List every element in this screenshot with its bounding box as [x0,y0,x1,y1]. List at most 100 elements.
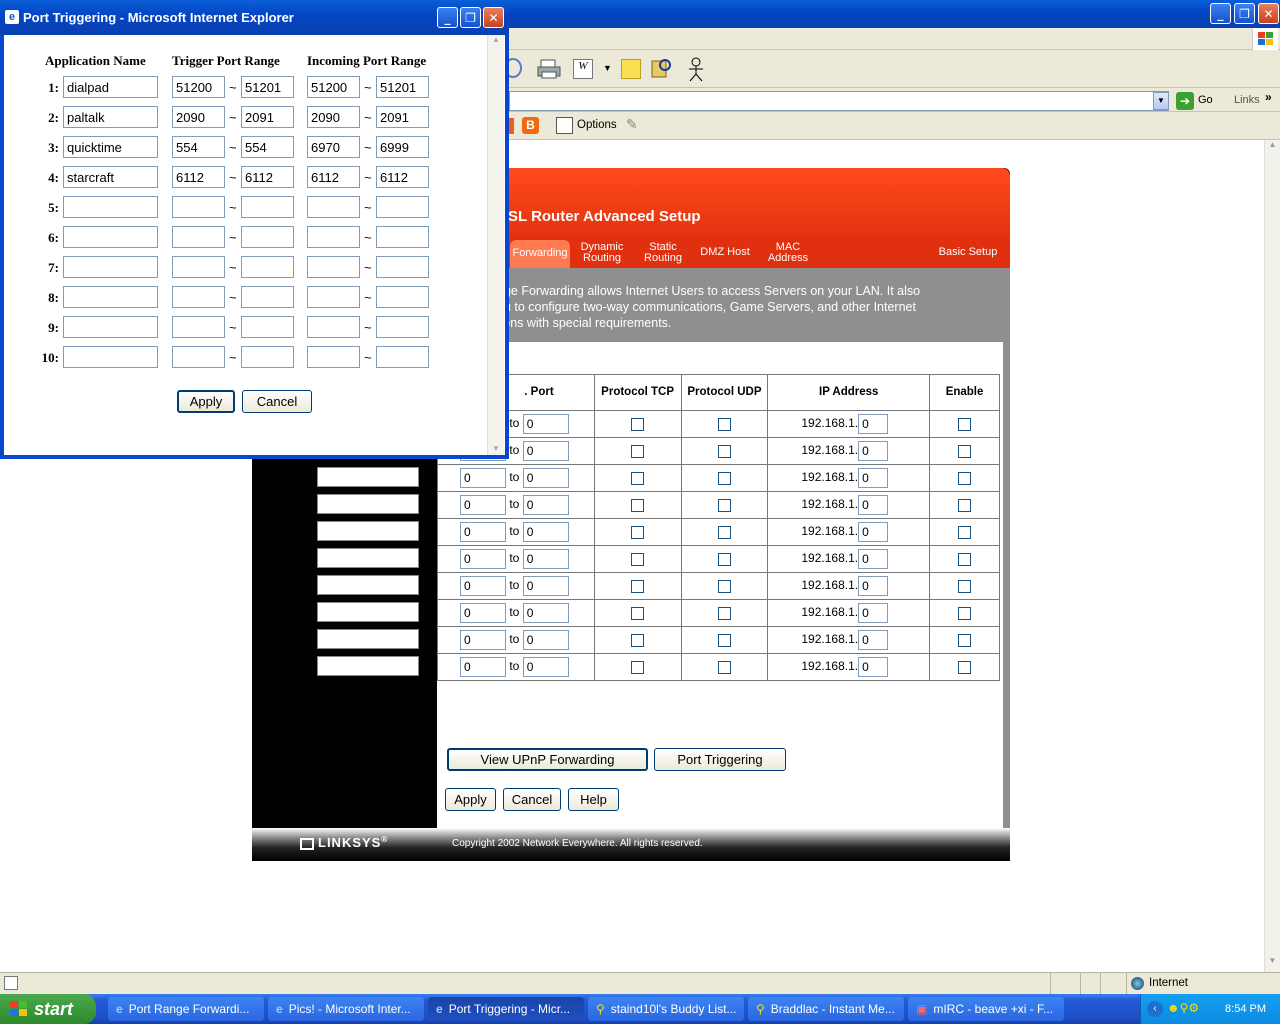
tab-forwarding[interactable]: Forwarding [512,248,568,259]
incoming-start-input[interactable]: 6112 [307,166,360,188]
tab-dmz-host[interactable]: DMZ Host [698,247,752,258]
enable-checkbox[interactable] [958,418,972,432]
port-to-input[interactable]: 0 [522,630,569,650]
trigger-start-input[interactable] [172,286,225,308]
main-scrollbar[interactable]: ▲ ▼ [1264,140,1280,972]
port-to-input[interactable]: 0 [522,414,569,434]
udp-checkbox[interactable] [717,634,731,648]
tray-app-icons[interactable]: ☻⚲⚙ [1167,1001,1199,1015]
trigger-end-input[interactable] [241,256,294,278]
trigger-start-input[interactable]: 6112 [172,166,225,188]
taskbar-item[interactable]: ⚲ Braddlac - Instant Me... [748,997,904,1021]
popup-close-button[interactable]: ✕ [483,7,504,28]
sidebar-app-input[interactable] [317,629,419,649]
incoming-end-input[interactable] [376,226,429,248]
port-triggering-button[interactable]: Port Triggering [654,748,786,771]
taskbar-item[interactable]: e Port Range Forwardi... [108,997,264,1021]
sidebar-app-input[interactable] [317,494,419,514]
enable-checkbox[interactable] [958,634,972,648]
ip-last-octet-input[interactable]: 0 [858,468,889,488]
trigger-start-input[interactable] [172,196,225,218]
note-icon[interactable] [621,59,641,79]
research-icon[interactable] [650,57,672,79]
trigger-start-input[interactable]: 2090 [172,106,225,128]
port-from-input[interactable]: 0 [460,630,506,650]
application-name-input[interactable] [63,196,158,218]
start-button[interactable]: start [0,994,96,1024]
router-help-button[interactable]: Help [568,788,619,811]
ip-last-octet-input[interactable]: 0 [858,549,889,569]
enable-checkbox[interactable] [958,499,972,513]
tcp-checkbox[interactable] [631,526,645,540]
popup-cancel-button[interactable]: Cancel [242,390,312,413]
messenger-icon[interactable] [684,56,708,82]
popup-apply-button[interactable]: Apply [177,390,235,413]
sidebar-app-input[interactable] [317,656,419,676]
ip-last-octet-input[interactable]: 0 [858,603,889,623]
trigger-end-input[interactable]: 51201 [241,76,294,98]
print-icon[interactable] [537,58,561,80]
go-button[interactable]: Go [1198,94,1213,106]
sidebar-app-input[interactable] [317,575,419,595]
application-name-input[interactable] [63,256,158,278]
port-to-input[interactable]: 0 [522,576,569,596]
incoming-start-input[interactable] [307,316,360,338]
port-to-input[interactable]: 0 [522,657,569,677]
minimize-button[interactable]: _ [1210,3,1231,24]
options-icon[interactable] [556,117,573,134]
incoming-start-input[interactable]: 6970 [307,136,360,158]
trigger-start-input[interactable] [172,316,225,338]
router-apply-button[interactable]: Apply [445,788,496,811]
incoming-start-input[interactable]: 2090 [307,106,360,128]
incoming-end-input[interactable] [376,286,429,308]
trigger-end-input[interactable] [241,316,294,338]
trigger-start-input[interactable]: 51200 [172,76,225,98]
taskbar-item[interactable]: e Pics! - Microsoft Inter... [268,997,424,1021]
chevron-down-icon[interactable]: ▼ [603,63,612,73]
udp-checkbox[interactable] [717,418,731,432]
ip-last-octet-input[interactable]: 0 [858,522,889,542]
tab-dynamic-routing[interactable]: Dynamic Routing [578,242,626,264]
trigger-end-input[interactable]: 2091 [241,106,294,128]
tcp-checkbox[interactable] [631,580,645,594]
tab-static-routing[interactable]: Static Routing [640,242,686,264]
taskbar-item[interactable]: ⚲ staind10l's Buddy List... [588,997,744,1021]
router-cancel-button[interactable]: Cancel [503,788,561,811]
tcp-checkbox[interactable] [631,634,645,648]
tcp-checkbox[interactable] [631,553,645,567]
udp-checkbox[interactable] [717,553,731,567]
enable-checkbox[interactable] [958,661,972,675]
port-from-input[interactable]: 0 [460,468,506,488]
trigger-end-input[interactable]: 554 [241,136,294,158]
port-from-input[interactable]: 0 [460,603,506,623]
trigger-end-input[interactable]: 6112 [241,166,294,188]
udp-checkbox[interactable] [717,445,731,459]
incoming-start-input[interactable] [307,256,360,278]
application-name-input[interactable]: quicktime [63,136,158,158]
udp-checkbox[interactable] [717,580,731,594]
application-name-input[interactable]: paltalk [63,106,158,128]
incoming-start-input[interactable] [307,196,360,218]
ip-last-octet-input[interactable]: 0 [858,576,889,596]
application-name-input[interactable] [63,346,158,368]
port-to-input[interactable]: 0 [522,549,569,569]
application-name-input[interactable] [63,286,158,308]
sidebar-app-input[interactable] [317,548,419,568]
options-button[interactable]: Options [577,119,617,131]
incoming-end-input[interactable] [376,346,429,368]
sidebar-app-input[interactable] [317,467,419,487]
links-chevron-icon[interactable]: » [1265,90,1272,104]
ip-last-octet-input[interactable]: 0 [858,495,889,515]
sidebar-app-input[interactable] [317,602,419,622]
maximize-button[interactable]: ❐ [1234,3,1255,24]
popup-minimize-button[interactable]: _ [437,7,458,28]
application-name-input[interactable] [63,226,158,248]
enable-checkbox[interactable] [958,526,972,540]
enable-checkbox[interactable] [958,445,972,459]
application-name-input[interactable]: starcraft [63,166,158,188]
enable-checkbox[interactable] [958,553,972,567]
ip-last-octet-input[interactable]: 0 [858,657,889,677]
enable-checkbox[interactable] [958,580,972,594]
links-label[interactable]: Links [1234,94,1260,106]
tcp-checkbox[interactable] [631,607,645,621]
